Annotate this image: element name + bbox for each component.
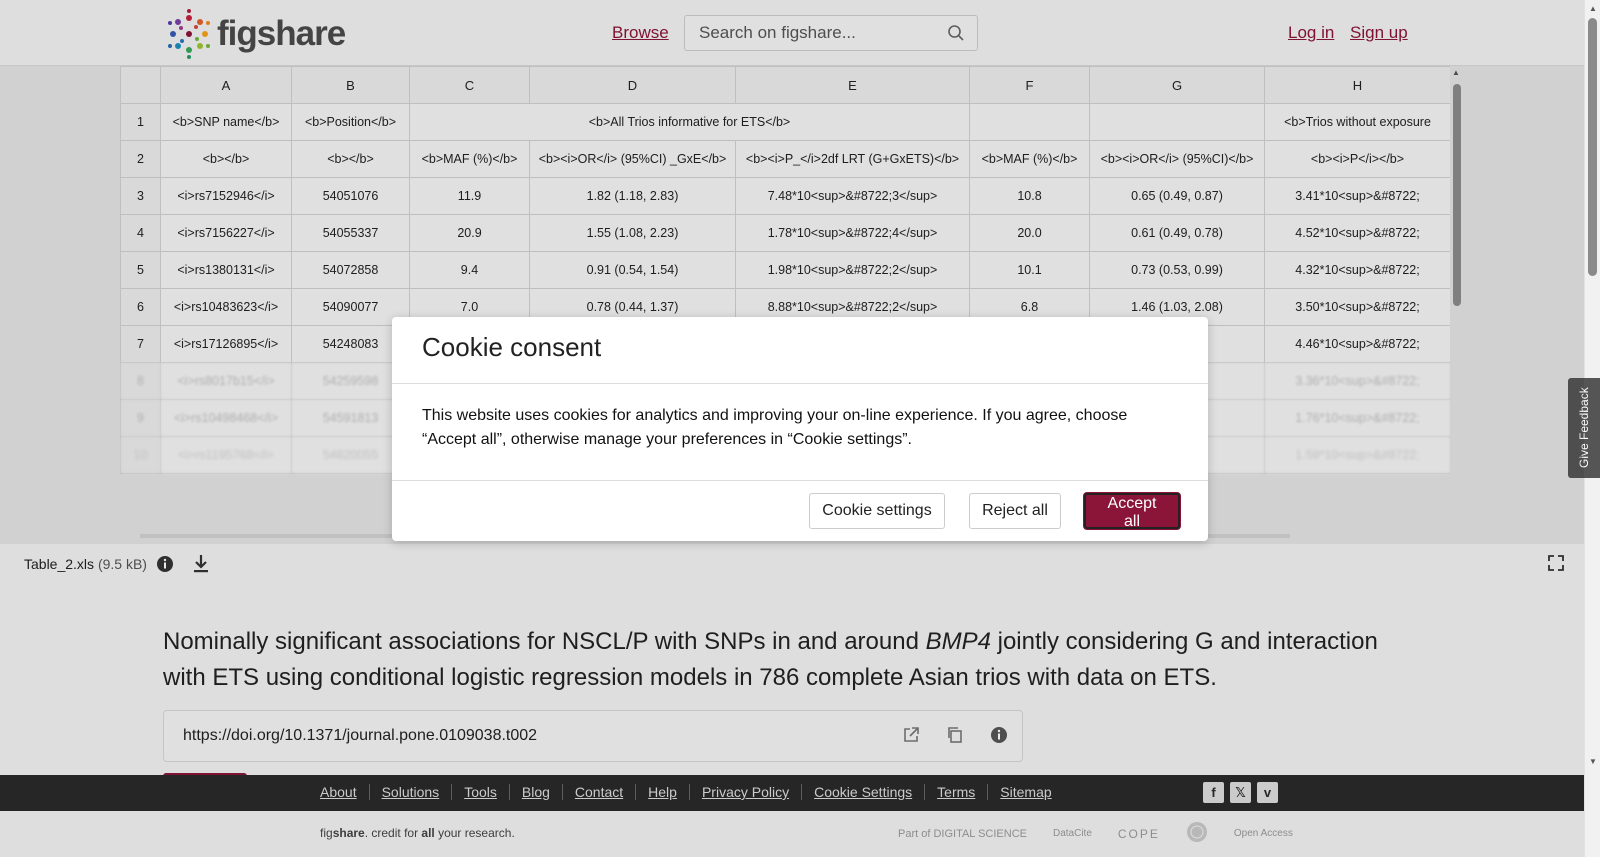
cookie-dialog-body: This website uses cookies for analytics … bbox=[392, 384, 1208, 481]
cookie-dialog-title: Cookie consent bbox=[422, 332, 602, 362]
reject-all-button[interactable]: Reject all bbox=[969, 493, 1061, 529]
cookie-dialog-footer: Cookie settings Reject all Accept all bbox=[392, 481, 1208, 541]
page-scrollbar-thumb[interactable] bbox=[1588, 18, 1597, 276]
cookie-consent-dialog: Cookie consent This website uses cookies… bbox=[392, 317, 1208, 541]
page-scroll-down-icon[interactable]: ▼ bbox=[1589, 757, 1597, 766]
cookie-settings-button[interactable]: Cookie settings bbox=[809, 493, 945, 529]
accept-all-button[interactable]: Accept all bbox=[1084, 493, 1180, 530]
page-scroll-up-icon[interactable]: ▲ bbox=[1589, 4, 1597, 13]
cookie-dialog-header: Cookie consent bbox=[392, 317, 1208, 384]
